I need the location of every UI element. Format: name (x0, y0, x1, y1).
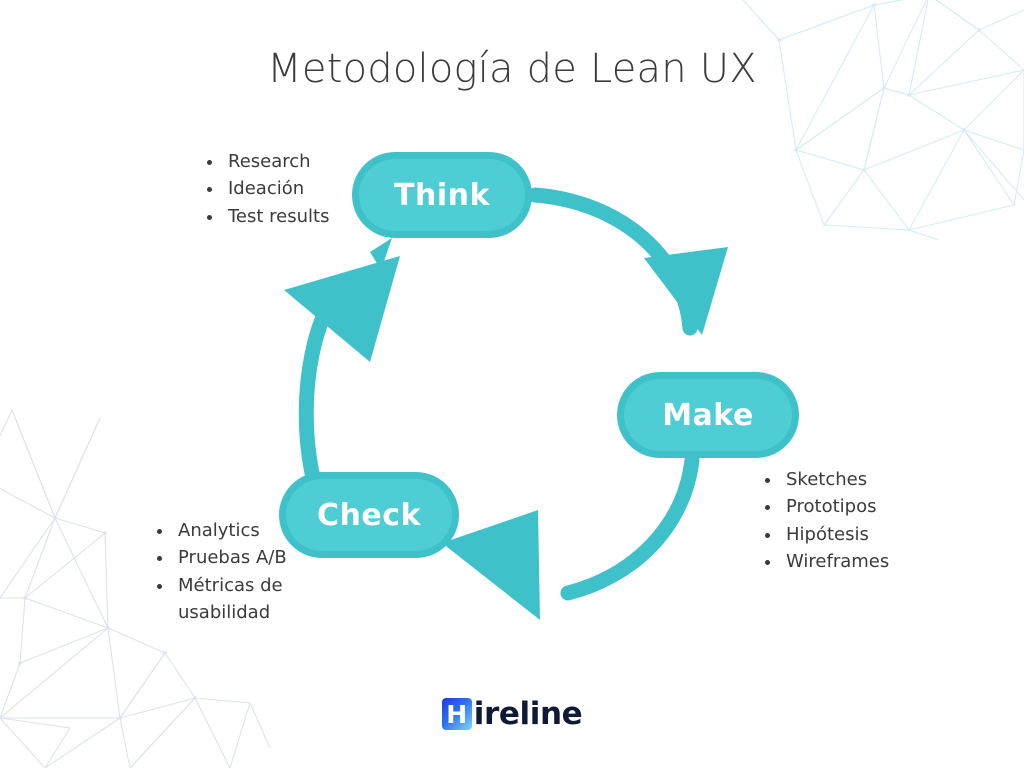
stage-pill-make-inner: Make (624, 379, 792, 451)
list-item: Test results (224, 203, 414, 230)
hireline-logo-wordmark: ireline (473, 696, 583, 732)
page-title: Metodología de Lean UX (267, 46, 757, 92)
stage-label-make: Make (662, 397, 754, 433)
bullet-list-make: SketchesPrototiposHipótesisWireframes (760, 466, 982, 575)
list-item: Pruebas A/B (174, 544, 324, 571)
bullet-list-think: ResearchIdeaciónTest results (202, 148, 414, 230)
stage-pill-make[interactable]: Make (617, 372, 799, 458)
list-item: Hipótesis (782, 521, 982, 548)
arc-make-to-check (560, 452, 700, 601)
slide-canvas: Metodología de Lean UX Think Make Check (0, 0, 1024, 768)
list-item: Sketches (782, 466, 982, 493)
list-item: Wireframes (782, 548, 982, 575)
list-item: Ideación (224, 175, 414, 202)
list-item: Research (224, 148, 414, 175)
list-item: Analytics (174, 517, 324, 544)
bullet-list-check: AnalyticsPruebas A/BMétricas de usabilid… (152, 517, 324, 626)
hireline-logo-badge: H (441, 698, 472, 730)
list-item: Métricas de usabilidad (174, 572, 324, 627)
list-item: Prototipos (782, 493, 982, 520)
stage-label-check: Check (317, 497, 421, 533)
arrowhead-to-think (284, 256, 400, 362)
hireline-logo: H ireline (0, 696, 1024, 732)
